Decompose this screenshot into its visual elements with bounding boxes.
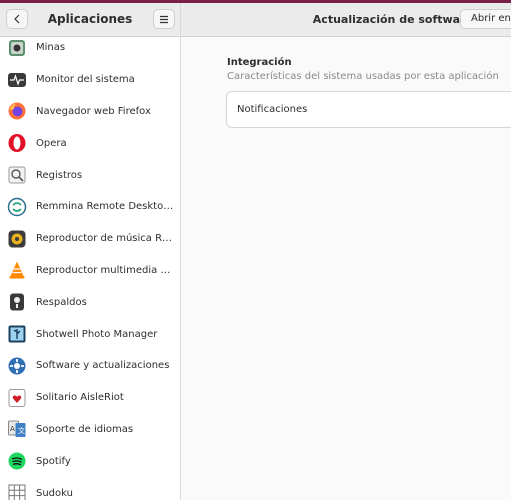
sudoku-icon: [7, 483, 27, 500]
page-title: Actualización de software: [312, 13, 473, 26]
list-item-label: Respaldos: [36, 296, 87, 308]
app-list: Minas Monitor del sistema Navegador web …: [0, 32, 180, 500]
software-updates-icon: [7, 356, 27, 376]
rhythmbox-icon: [7, 229, 27, 249]
list-item-sudoku[interactable]: Sudoku: [0, 477, 180, 500]
logs-icon: [7, 165, 27, 185]
svg-text:文: 文: [18, 426, 25, 435]
list-item-label: Reproductor de música Rhyt…: [36, 233, 176, 245]
list-item-label: Sudoku: [36, 487, 73, 499]
list-item-label: Remmina Remote Desktop Cl…: [36, 201, 176, 213]
list-item-label: Reproductor multimedia VLC: [36, 264, 176, 276]
section-subtitle: Características del sistema usadas por e…: [227, 71, 499, 82]
list-item-label: Navegador web Firefox: [36, 105, 151, 117]
list-item-shotwell[interactable]: Shotwell Photo Manager: [0, 318, 180, 350]
backups-icon: [7, 292, 27, 312]
list-item-remmina[interactable]: Remmina Remote Desktop Cl…: [0, 191, 180, 223]
language-support-icon: A文: [7, 419, 27, 439]
spotify-icon: [7, 451, 27, 471]
firefox-icon: [7, 101, 27, 121]
mines-icon: [7, 38, 27, 58]
list-item-label: Registros: [36, 169, 83, 181]
chevron-left-icon: [14, 14, 20, 24]
opera-icon: [7, 133, 27, 153]
list-item-opera[interactable]: Opera: [0, 127, 180, 159]
list-item-label: Opera: [36, 137, 67, 149]
list-item-spotify[interactable]: Spotify: [0, 445, 180, 477]
vlc-icon: [7, 260, 27, 280]
hamburger-menu-icon: [160, 15, 168, 23]
list-item-label: Shotwell Photo Manager: [36, 328, 158, 340]
list-item-label: Soporte de idiomas: [36, 423, 134, 435]
integration-list: Notificaciones: [226, 91, 511, 128]
list-item-language-support[interactable]: A文 Soporte de idiomas: [0, 414, 180, 446]
list-item-label: Solitario AisleRiot: [36, 392, 124, 404]
list-item-monitor-del-sistema[interactable]: Monitor del sistema: [0, 64, 180, 96]
remmina-icon: [7, 197, 27, 217]
list-item-label: Minas: [36, 42, 66, 54]
sidebar: Aplicaciones Minas Monitor del sistema N…: [0, 3, 181, 500]
menu-button[interactable]: [153, 9, 175, 29]
list-item-respaldos[interactable]: Respaldos: [0, 286, 180, 318]
section-title: Integración: [227, 57, 292, 68]
list-item-solitaire[interactable]: Solitario AisleRiot: [0, 382, 180, 414]
list-item-label: Software y actualizaciones: [36, 360, 170, 372]
list-item-firefox[interactable]: Navegador web Firefox: [0, 96, 180, 128]
notifications-row[interactable]: Notificaciones: [237, 92, 307, 127]
open-in-software-button[interactable]: Abrir en S: [460, 9, 511, 29]
list-item-rhythmbox[interactable]: Reproductor de música Rhyt…: [0, 223, 180, 255]
list-item-minas[interactable]: Minas: [0, 32, 180, 64]
system-monitor-icon: [7, 70, 27, 90]
list-item-software-updates[interactable]: Software y actualizaciones: [0, 350, 180, 382]
list-item-label: Monitor del sistema: [36, 74, 135, 86]
back-button[interactable]: [6, 9, 28, 29]
solitaire-icon: [7, 388, 27, 408]
main-header: Actualización de software Abrir en S: [181, 3, 511, 37]
list-item-vlc[interactable]: Reproductor multimedia VLC: [0, 255, 180, 287]
svg-text:A: A: [10, 425, 15, 433]
list-item-label: Spotify: [36, 455, 71, 467]
list-item-registros[interactable]: Registros: [0, 159, 180, 191]
shotwell-icon: [7, 324, 27, 344]
